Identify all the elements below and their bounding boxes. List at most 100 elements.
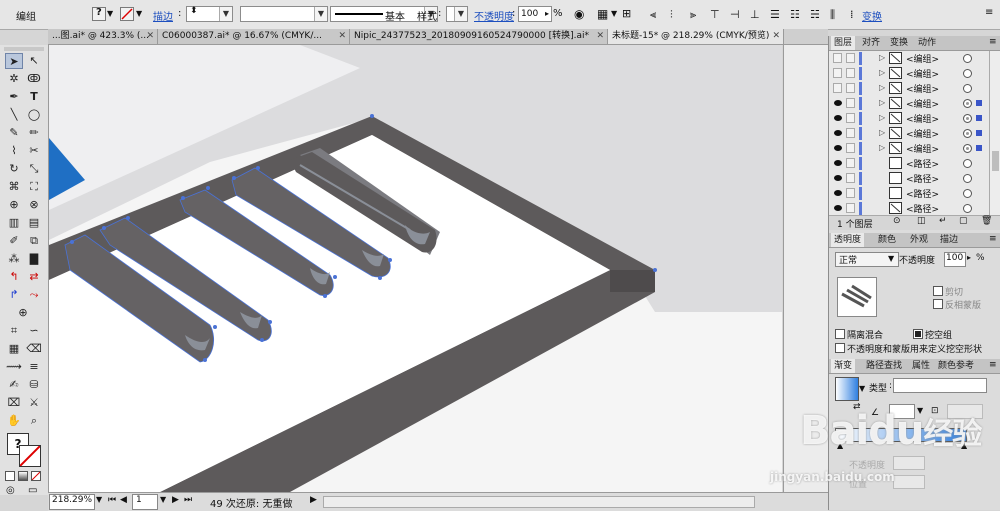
visibility-eye-icon[interactable]: [834, 115, 842, 121]
shape-builder-tool-icon[interactable]: ⊕: [5, 197, 23, 213]
target-circle-icon[interactable]: [963, 129, 972, 138]
align-vcenter-icon[interactable]: ⊣: [730, 8, 740, 21]
make-clip-mask-icon[interactable]: ◫: [917, 216, 926, 226]
visibility-eye-icon[interactable]: [834, 190, 842, 196]
graphic-style-swatch[interactable]: ▼: [446, 6, 468, 22]
expand-triangle-icon[interactable]: ▷: [879, 143, 885, 152]
expand-triangle-icon[interactable]: ▷: [879, 83, 885, 92]
tab-gradient[interactable]: 渐变: [831, 359, 856, 373]
chevron-down-icon[interactable]: ▼: [219, 7, 232, 21]
direct-selection-tool-icon[interactable]: ↖: [25, 53, 43, 69]
lock-toggle[interactable]: [846, 98, 855, 108]
tab-stroke[interactable]: 描边: [937, 233, 961, 247]
symbol-sprayer-tool-icon[interactable]: ⁂: [5, 251, 23, 267]
isolate-icon[interactable]: ⊞: [622, 7, 631, 20]
free-transform-tool-icon[interactable]: ⛶: [25, 179, 43, 195]
expand-triangle-icon[interactable]: ▷: [879, 113, 885, 122]
chevron-down-icon[interactable]: ▼: [96, 495, 102, 504]
prev-artboard-icon[interactable]: ◀: [120, 495, 127, 505]
pencil-tool-icon[interactable]: ✏: [25, 125, 43, 141]
live-paint-tool-icon[interactable]: ⊗: [25, 197, 43, 213]
path-curve-icon[interactable]: ⤳: [25, 287, 43, 303]
scale-tool-icon[interactable]: ⤡: [25, 161, 43, 177]
gradient-tool-icon[interactable]: ▤: [25, 215, 43, 231]
stroke-swatch[interactable]: [120, 7, 134, 21]
knife-tool-icon[interactable]: ⚔: [25, 395, 43, 411]
panel-grip[interactable]: [4, 47, 44, 51]
distribute-center-icon[interactable]: ⁞: [850, 8, 854, 21]
distribute-left-icon[interactable]: ⫼: [830, 8, 835, 22]
visibility-toggle[interactable]: [833, 83, 842, 93]
selection-indicator[interactable]: [976, 100, 982, 106]
target-circle-icon[interactable]: [963, 174, 972, 183]
close-icon[interactable]: ✕: [146, 29, 154, 44]
lock-toggle[interactable]: [846, 128, 855, 138]
visibility-eye-icon[interactable]: [834, 130, 842, 136]
chevron-down-icon[interactable]: ▼: [107, 9, 113, 18]
crop-tool-icon[interactable]: ⌧: [5, 395, 23, 411]
target-circle-icon[interactable]: [963, 69, 972, 78]
tab-document-1[interactable]: ...图.ai* @ 423.3% (... ✕: [48, 29, 158, 44]
locate-object-icon[interactable]: ⊙: [893, 216, 901, 226]
variable-width-dropdown[interactable]: ▼: [240, 6, 328, 22]
distribute-top-icon[interactable]: ☰: [770, 8, 780, 21]
layer-row[interactable]: <路径>: [829, 156, 989, 172]
panel-menu-icon[interactable]: ≡: [989, 360, 997, 370]
panel-menu-icon[interactable]: ≡: [989, 37, 997, 47]
layer-row[interactable]: <路径>: [829, 201, 989, 215]
visibility-eye-icon[interactable]: [834, 205, 842, 211]
gradient-position-input[interactable]: [893, 475, 925, 489]
tab-color[interactable]: 颜色: [875, 233, 899, 247]
measure-tool-icon[interactable]: ⟿: [5, 359, 23, 375]
layer-row[interactable]: <路径>: [829, 171, 989, 187]
visibility-toggle[interactable]: [833, 53, 842, 63]
isolate-blending-checkbox[interactable]: [835, 329, 845, 339]
zoom-level-field[interactable]: 218.29%: [49, 494, 95, 510]
horizontal-scrollbar[interactable]: [323, 496, 755, 508]
close-icon[interactable]: ✕: [338, 29, 346, 44]
warp-tool-icon[interactable]: ⌘: [5, 179, 23, 195]
layers-scrollbar[interactable]: [989, 51, 1000, 215]
align-top-icon[interactable]: ⊤: [710, 8, 720, 21]
stroke-label[interactable]: 描边: [153, 8, 173, 23]
stroke-color-swatch[interactable]: [19, 445, 41, 467]
convert-anchor-icon[interactable]: ↱: [5, 287, 23, 303]
graph-tool-icon[interactable]: ≡: [25, 359, 43, 375]
visibility-toggle[interactable]: [833, 68, 842, 78]
knockout-group-checkbox[interactable]: [913, 329, 923, 339]
none-mode-icon[interactable]: [31, 471, 41, 481]
target-circle-icon[interactable]: [963, 189, 972, 198]
crosshair-icon[interactable]: ⊕: [14, 305, 32, 321]
selection-tool-icon[interactable]: ➤: [5, 53, 23, 69]
scissors-tool-icon[interactable]: ✂: [25, 143, 43, 159]
tab-color-guide[interactable]: 颜色参考: [935, 359, 977, 373]
tab-align[interactable]: 对齐: [859, 36, 883, 50]
tab-actions[interactable]: 动作: [915, 36, 939, 50]
chevron-down-icon[interactable]: ▼: [611, 9, 617, 18]
lock-toggle[interactable]: [846, 68, 855, 78]
target-circle-icon[interactable]: [963, 159, 972, 168]
lock-toggle[interactable]: [846, 53, 855, 63]
eyedropper-tool-2-icon[interactable]: ✍: [5, 377, 23, 393]
distribute-bottom-icon[interactable]: ☵: [810, 8, 820, 21]
align-left-icon[interactable]: ⫷: [650, 8, 656, 22]
eraser-tool-icon[interactable]: ⌫: [25, 341, 43, 357]
blend-tool-icon[interactable]: ⧉: [25, 233, 43, 249]
draw-mode-icon[interactable]: ◎: [6, 485, 15, 496]
layer-row[interactable]: ▷ <编组>: [829, 111, 989, 127]
first-artboard-icon[interactable]: ⏮: [108, 495, 116, 505]
hand-tool-icon[interactable]: ✋: [5, 413, 23, 429]
chevron-right-icon[interactable]: ▸: [545, 9, 549, 18]
tab-pathfinder[interactable]: 路径查找: [863, 359, 905, 373]
tab-layers[interactable]: 图层: [831, 36, 856, 50]
visibility-eye-icon[interactable]: [834, 160, 842, 166]
perspective-grid-tool-icon[interactable]: ▥: [5, 215, 23, 231]
artboard-canvas[interactable]: [49, 45, 782, 492]
panel-menu-icon[interactable]: ≡: [985, 7, 993, 18]
keyboard-artwork[interactable]: [49, 45, 782, 492]
layer-row[interactable]: ▷ <编组>: [829, 126, 989, 142]
opacity-mask-checkbox[interactable]: [835, 343, 845, 353]
paint-bucket-tool-icon[interactable]: ⛁: [25, 377, 43, 393]
blend-mode-dropdown[interactable]: 正常 ▼: [835, 252, 899, 267]
color-mode-icon[interactable]: [5, 471, 15, 481]
